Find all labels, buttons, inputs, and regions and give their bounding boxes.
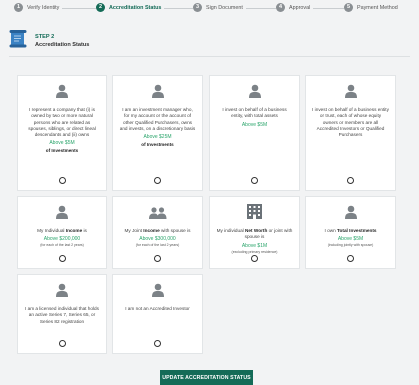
- accreditation-option-card[interactable]: I invest on behalf of a business entity,…: [209, 75, 300, 191]
- threshold-amount: Above $5M: [337, 236, 364, 243]
- threshold-amount: Above $1M: [241, 242, 268, 249]
- option-radio[interactable]: [251, 177, 258, 184]
- building-icon: [247, 204, 262, 219]
- option-description: I own Total Investments: [324, 228, 377, 233]
- accreditation-option-card[interactable]: I am not an Accredited Investor: [112, 274, 203, 354]
- option-description: I am a licensed individual that holds an…: [24, 306, 99, 324]
- threshold-subtitle: of Investments: [45, 148, 79, 154]
- threshold-amount: Above $5M: [241, 121, 268, 128]
- accreditation-option-card[interactable]: I am an investment manager who, for my a…: [112, 75, 203, 191]
- person-icon: [344, 204, 357, 219]
- option-radio[interactable]: [154, 340, 161, 347]
- person-icon: [344, 83, 357, 98]
- person-icon: [56, 204, 68, 219]
- threshold-amount: Above $300,000: [139, 236, 176, 243]
- option-radio[interactable]: [154, 177, 161, 184]
- accreditation-option-card[interactable]: My individual Net Worth or joint with sp…: [209, 196, 300, 269]
- threshold-amount: Above $200,000: [43, 236, 81, 243]
- option-description: My individual Net Worth or joint with sp…: [216, 228, 293, 240]
- option-description: I am an investment manager who, for my a…: [119, 107, 196, 131]
- option-description: I am not an Accredited Investor: [125, 306, 190, 311]
- option-description: I invest on behalf of a business entity,…: [222, 107, 287, 119]
- option-description: I represent a company that (i) is owned …: [28, 107, 96, 138]
- accreditation-options: I represent a company that (i) is owned …: [0, 0, 419, 385]
- option-radio[interactable]: [251, 255, 258, 262]
- threshold-subtitle: of Investments: [141, 142, 174, 148]
- option-radio[interactable]: [58, 177, 66, 184]
- person-icon: [151, 83, 164, 98]
- option-radio[interactable]: [154, 255, 161, 262]
- accreditation-option-card[interactable]: I represent a company that (i) is owned …: [17, 75, 107, 191]
- option-radio[interactable]: [347, 177, 354, 184]
- threshold-amount: Above $25M: [143, 134, 172, 141]
- threshold-note: (excluding primary residence): [231, 249, 278, 254]
- accreditation-option-card[interactable]: I am a licensed individual that holds an…: [17, 274, 107, 354]
- option-description: My Joint Income with spouse is: [124, 228, 191, 233]
- accreditation-option-card[interactable]: My Individual Income is Above $200,000 (fo…: [17, 196, 107, 269]
- threshold-note: (for each of the last 2 years): [135, 243, 180, 248]
- option-radio[interactable]: [58, 255, 66, 262]
- threshold-amount: Above $5M: [49, 140, 75, 147]
- person-icon: [56, 282, 68, 297]
- update-accreditation-status-button[interactable]: UPDATE ACCREDITATION STATUS: [160, 370, 253, 385]
- option-description: I invest on behalf of a business entity …: [312, 107, 389, 138]
- option-description: My Individual Income is: [37, 228, 87, 233]
- threshold-note: (for each of the last 2 years): [40, 243, 84, 248]
- person-icon: [56, 83, 68, 98]
- two-persons-icon: [148, 204, 167, 219]
- option-radio[interactable]: [347, 255, 354, 262]
- person-icon: [151, 282, 164, 297]
- accreditation-option-card[interactable]: I own Total Investments Above $5M (includi…: [305, 196, 396, 269]
- accreditation-option-card[interactable]: My Joint Income with spouse is Above $300…: [112, 196, 203, 269]
- option-radio[interactable]: [58, 340, 66, 347]
- person-icon: [248, 83, 261, 98]
- threshold-note: (including jointly with spouse): [327, 243, 374, 248]
- accreditation-option-card[interactable]: I invest on behalf of a business entity …: [305, 75, 396, 191]
